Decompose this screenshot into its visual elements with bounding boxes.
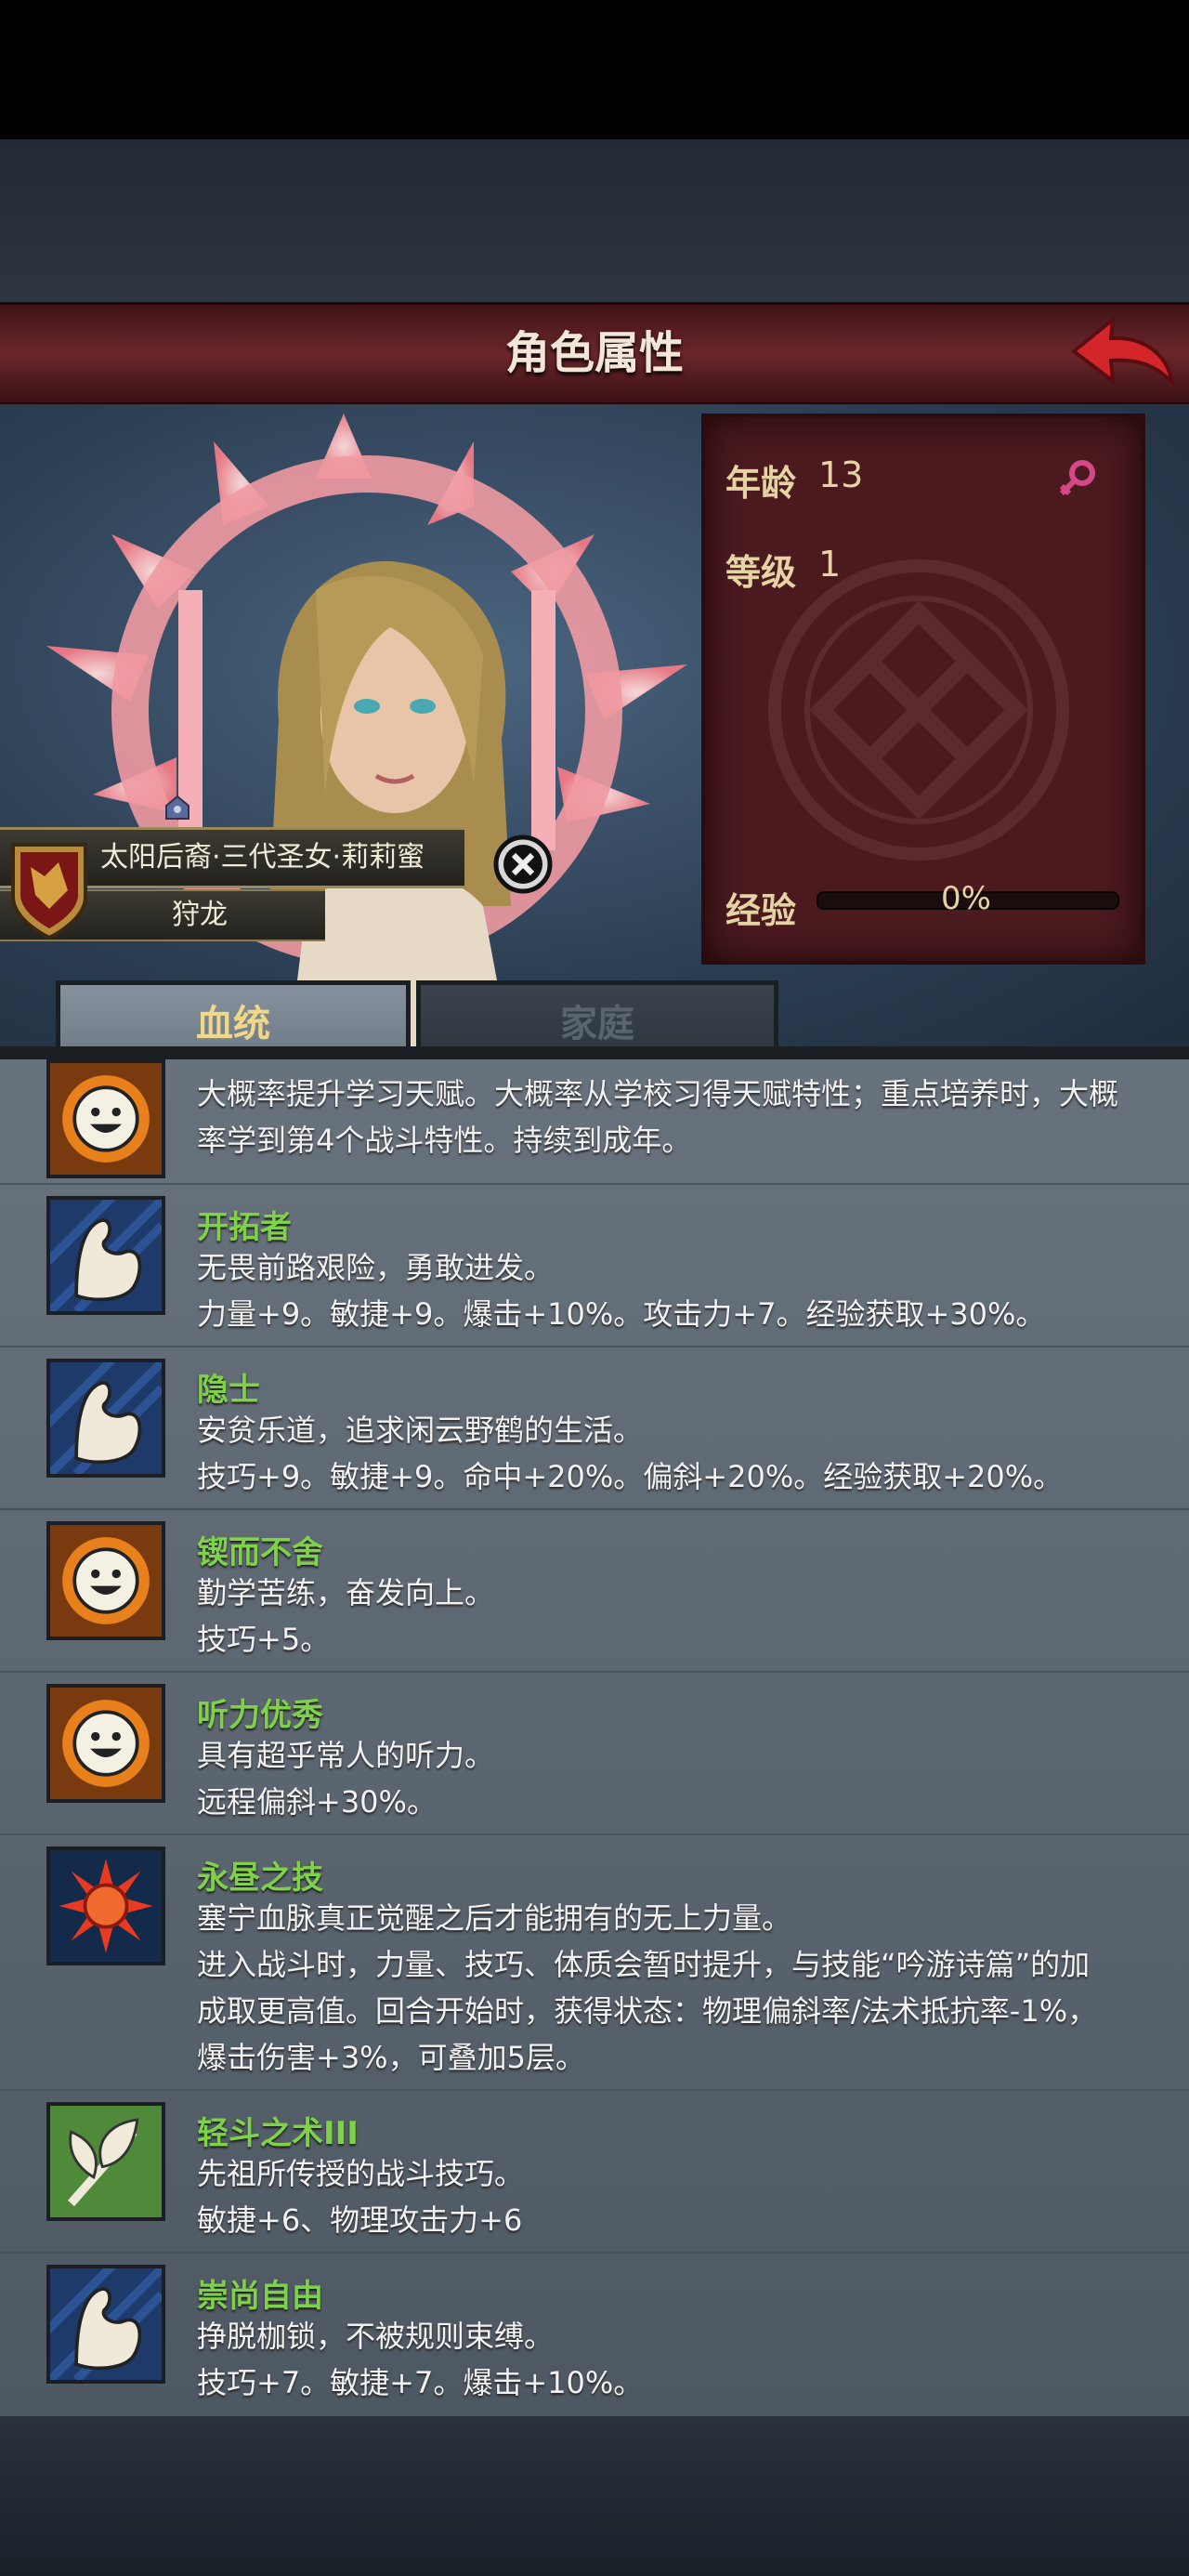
trait-desc: 无畏前路艰险，勇敢进发。 力量+9。敏捷+9。爆击+10%。攻击力+7。经验获取… [197, 1250, 1046, 1332]
stats-panel: 年龄 13 等级 1 经验 0% [701, 414, 1145, 965]
trait-title: 听力优秀 [197, 1697, 323, 1734]
trait-title: 锲而不舍 [197, 1534, 323, 1571]
level-label: 等级 [725, 552, 797, 593]
level-value: 1 [818, 544, 842, 585]
list-item: 锲而不舍 勤学苦练，奋发向上。 技巧+5。 [0, 1510, 1189, 1673]
female-icon [1059, 460, 1095, 496]
bottom-stone [0, 2416, 1189, 2576]
trait-title: 轻斗之术III [197, 2115, 359, 2152]
trait-desc: 具有超乎常人的听力。 远程偏斜+30%。 [197, 1738, 495, 1820]
red-sun-sigil-icon [46, 1847, 165, 1965]
trait-desc: 安贫乐道，追求闲云野鹤的生活。 技巧+9。敏捷+9。命中+20%。偏斜+20%。… [197, 1413, 1064, 1494]
flexed-arm-icon [46, 1359, 165, 1478]
leaf-branch-icon [46, 2102, 165, 2221]
smiley-sun-icon [46, 1059, 165, 1178]
character-name: 太阳后裔·三代圣女·莉莉蜜 [100, 841, 425, 874]
list-item: 隐士 安贫乐道，追求闲云野鹤的生活。 技巧+9。敏捷+9。命中+20%。偏斜+2… [0, 1347, 1189, 1510]
list-item: 开拓者 无畏前路艰险，勇敢进发。 力量+9。敏捷+9。爆击+10%。攻击力+7。… [0, 1185, 1189, 1347]
smiley-sun-icon [46, 1521, 165, 1640]
trait-desc: 勤学苦练，奋发向上。 技巧+5。 [197, 1575, 495, 1657]
trait-title: 开拓者 [197, 1209, 292, 1246]
flexed-arm-icon [46, 2265, 165, 2384]
trait-desc: 塞宁血脉真正觉醒之后才能拥有的无上力量。 进入战斗时，力量、技巧、体质会暂时提升… [197, 1900, 1098, 2075]
gem-icon [165, 795, 189, 820]
close-icon[interactable] [492, 834, 554, 895]
flexed-arm-icon [46, 1196, 165, 1315]
list-item: 听力优秀 具有超乎常人的听力。 远程偏斜+30%。 [0, 1673, 1189, 1835]
smiley-sun-icon [46, 1684, 165, 1803]
trait-list[interactable]: 大概率提升学习天赋。大概率从学校习得天赋特性；重点培养时，大概 率学到第4个战斗… [0, 1059, 1189, 2416]
tab-bar: 血统 家庭 [0, 966, 1189, 1064]
list-item: 大概率提升学习天赋。大概率从学校习得天赋特性；重点培养时，大概 率学到第4个战斗… [0, 1059, 1189, 1185]
trait-desc: 大概率提升学习天赋。大概率从学校习得天赋特性；重点培养时，大概 率学到第4个战斗… [197, 1076, 1119, 1158]
trait-title: 隐士 [197, 1372, 260, 1409]
stone-background [0, 139, 1189, 302]
list-item: 崇尚自由 挣脱枷锁，不被规则束缚。 技巧+7。敏捷+7。爆击+10%。 [0, 2254, 1189, 2414]
back-arrow-icon[interactable] [1066, 314, 1176, 394]
title-bar: 角色属性 [0, 302, 1189, 407]
list-item: 永昼之技 塞宁血脉真正觉醒之后才能拥有的无上力量。 进入战斗时，力量、技巧、体质… [0, 1835, 1189, 2091]
trait-title: 崇尚自由 [197, 2278, 323, 2315]
list-item: 轻斗之术III 先祖所传授的战斗技巧。 敏捷+6、物理攻击力+6 [0, 2091, 1189, 2254]
status-bar-area [0, 0, 1189, 139]
tab-divider [0, 1046, 1189, 1059]
trait-desc: 先祖所传授的战斗技巧。 敏捷+6、物理攻击力+6 [197, 2156, 525, 2238]
wolf-crest-icon [11, 843, 87, 940]
character-class: 狩龙 [172, 899, 228, 931]
exp-value: 0% [941, 880, 991, 917]
age-value: 13 [818, 454, 864, 495]
celtic-knot-icon [768, 559, 1069, 861]
age-label: 年龄 [725, 463, 797, 504]
page-title: 角色属性 [504, 327, 684, 379]
trait-title: 永昼之技 [197, 1860, 323, 1897]
trait-desc: 挣脱枷锁，不被规则束缚。 技巧+7。敏捷+7。爆击+10%。 [197, 2319, 644, 2400]
exp-label: 经验 [725, 890, 797, 931]
character-panel: 太阳后裔·三代圣女·莉莉蜜 狩龙 年龄 13 等级 1 经验 0% [0, 404, 1189, 1055]
